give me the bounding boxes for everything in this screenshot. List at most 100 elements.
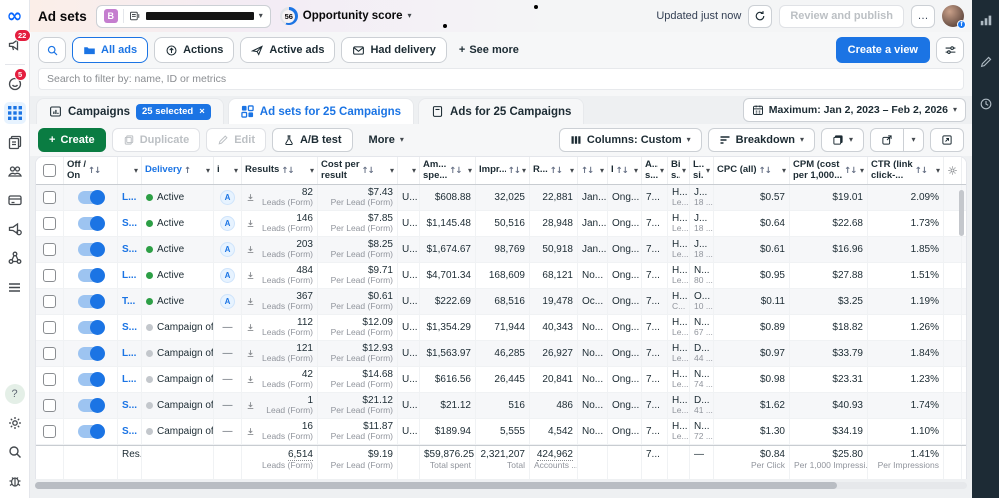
results-trend-icon[interactable] [246, 219, 255, 228]
audiences-icon[interactable] [4, 160, 26, 182]
column-header-offon[interactable]: Off /On↑↓ [64, 157, 118, 184]
column-header-ends[interactable]: I↑↓▾ [608, 157, 642, 184]
results-trend-icon[interactable] [246, 349, 255, 358]
export-button[interactable] [870, 128, 904, 152]
settings-icon[interactable] [4, 412, 26, 434]
history-clock-icon[interactable] [978, 96, 994, 112]
column-menu-icon[interactable]: ▾ [234, 167, 238, 175]
tab-campaigns[interactable]: Campaigns 25 selected × [36, 98, 224, 124]
column-header-impr[interactable]: Impr...↑↓▾ [476, 157, 530, 184]
campaigns-nav-icon[interactable] [4, 102, 26, 124]
advantage-badge-icon[interactable]: A [220, 242, 235, 257]
column-header-delivery[interactable]: Delivery↑▾ [142, 157, 214, 184]
ad-set-name-link[interactable]: S... [122, 244, 137, 255]
column-header-name[interactable]: ▾ [118, 157, 142, 184]
column-menu-icon[interactable]: ▾ [134, 167, 138, 175]
duplicate-button[interactable]: Duplicate [112, 128, 201, 152]
account-overview-icon[interactable]: 5 [4, 73, 26, 95]
select-all-checkbox[interactable] [43, 164, 56, 177]
sort-icon[interactable]: ↑↓ [362, 166, 374, 176]
edit-button[interactable]: Edit [206, 128, 266, 152]
off-on-toggle[interactable] [78, 243, 104, 256]
row-checkbox[interactable] [43, 373, 56, 386]
column-menu-icon[interactable]: ▾ [936, 167, 940, 175]
column-header-adv[interactable]: i▾ [214, 157, 242, 184]
sort-icon[interactable]: ↑↓ [449, 166, 461, 176]
reports-button[interactable]: ▾ [821, 128, 864, 152]
row-checkbox[interactable] [43, 217, 56, 230]
column-menu-icon[interactable]: ▾ [412, 167, 416, 175]
results-trend-icon[interactable] [246, 271, 255, 280]
table-row[interactable]: S...Campaign off—1Lead (Form)$21.12Per L… [36, 393, 966, 419]
column-header-reach[interactable]: R...↑↓▾ [530, 157, 578, 184]
refresh-button[interactable] [748, 5, 772, 28]
results-trend-icon[interactable] [246, 297, 255, 306]
horizontal-scrollbar[interactable] [35, 481, 967, 491]
table-row[interactable]: S...ActiveA203Leads (Form)$8.25Per Lead … [36, 237, 966, 263]
column-menu-icon[interactable]: ▾ [468, 167, 472, 175]
clear-selection-icon[interactable]: × [199, 106, 205, 117]
off-on-toggle[interactable] [78, 347, 104, 360]
row-checkbox[interactable] [43, 191, 56, 204]
sort-icon[interactable]: ↑↓ [550, 166, 562, 176]
filter-had-delivery[interactable]: Had delivery [341, 37, 446, 63]
results-trend-icon[interactable] [246, 245, 255, 254]
column-header-check[interactable] [36, 157, 64, 184]
column-header-amount[interactable]: Am...spe...↑↓▾ [420, 157, 476, 184]
column-header-lsig[interactable]: L...si...▾ [690, 157, 714, 184]
column-menu-icon[interactable]: ▾ [634, 167, 638, 175]
sort-icon[interactable]: ↑↓ [508, 166, 520, 176]
column-header-attr[interactable]: A...s...▾ [642, 157, 668, 184]
pages-icon[interactable] [4, 131, 26, 153]
meta-logo-icon[interactable]: ∞ [4, 5, 26, 27]
column-menu-icon[interactable]: ▾ [570, 167, 574, 175]
global-search-icon[interactable] [4, 441, 26, 463]
expand-table-button[interactable] [930, 128, 964, 152]
column-header-cpc[interactable]: CPC (all)↑↓▾ [714, 157, 790, 184]
row-checkbox[interactable] [43, 243, 56, 256]
scrollbar-thumb[interactable] [35, 482, 837, 489]
row-checkbox[interactable] [43, 399, 56, 412]
sort-icon[interactable]: ↑↓ [88, 166, 100, 176]
off-on-toggle[interactable] [78, 269, 104, 282]
ad-set-name-link[interactable]: S... [122, 322, 137, 333]
column-menu-icon[interactable]: ▾ [782, 167, 786, 175]
report-bug-icon[interactable] [4, 470, 26, 492]
column-menu-icon[interactable]: ▾ [522, 167, 526, 175]
column-header-bids[interactable]: Bids...▾ [668, 157, 690, 184]
results-trend-icon[interactable] [246, 193, 255, 202]
table-row[interactable]: S...Campaign off—16Leads (Form)$11.87Per… [36, 419, 966, 445]
date-range-picker[interactable]: Maximum: Jan 2, 2023 – Feb 2, 2026 ▾ [743, 98, 966, 122]
tab-ad-sets[interactable]: Ad sets for 25 Campaigns [228, 98, 414, 124]
review-publish-button[interactable]: Review and publish [779, 5, 904, 28]
row-checkbox[interactable] [43, 269, 56, 282]
results-trend-icon[interactable] [246, 323, 255, 332]
off-on-toggle[interactable] [78, 295, 104, 308]
sort-icon[interactable]: ↑↓ [915, 166, 927, 176]
account-selector[interactable]: B ▾ [96, 5, 271, 28]
ad-set-name-link[interactable]: L... [122, 348, 136, 359]
column-header-results[interactable]: Results↑↓▾ [242, 157, 318, 184]
off-on-toggle[interactable] [78, 399, 104, 412]
table-row[interactable]: L...Campaign off—121Leads (Form)$12.93Pe… [36, 341, 966, 367]
table-row[interactable]: S...Campaign off—112Leads (Form)$12.09Pe… [36, 315, 966, 341]
all-tools-menu-icon[interactable] [4, 276, 26, 298]
sort-asc-icon[interactable]: ↑ [184, 166, 190, 176]
ab-test-button[interactable]: A/B test [272, 128, 353, 152]
column-menu-icon[interactable]: ▾ [682, 167, 686, 175]
notifications-icon[interactable]: 22 [4, 34, 26, 56]
export-options-button[interactable]: ▾ [904, 128, 924, 152]
ad-set-name-link[interactable]: S... [122, 218, 137, 229]
edit-pencil-icon[interactable] [978, 54, 994, 70]
column-header-gear[interactable] [944, 157, 962, 184]
column-menu-icon[interactable]: ▾ [206, 167, 210, 175]
results-trend-icon[interactable] [246, 375, 255, 384]
row-checkbox[interactable] [43, 321, 56, 334]
more-button[interactable]: More ▾ [359, 128, 414, 152]
column-header-starts[interactable]: ↑↓▾ [578, 157, 608, 184]
results-trend-icon[interactable] [246, 401, 255, 410]
create-view-button[interactable]: Create a view [836, 37, 930, 63]
table-row[interactable]: L...ActiveA484Leads (Form)$9.71Per Lead … [36, 263, 966, 289]
off-on-toggle[interactable] [78, 425, 104, 438]
filter-all-ads[interactable]: All ads [72, 37, 148, 63]
